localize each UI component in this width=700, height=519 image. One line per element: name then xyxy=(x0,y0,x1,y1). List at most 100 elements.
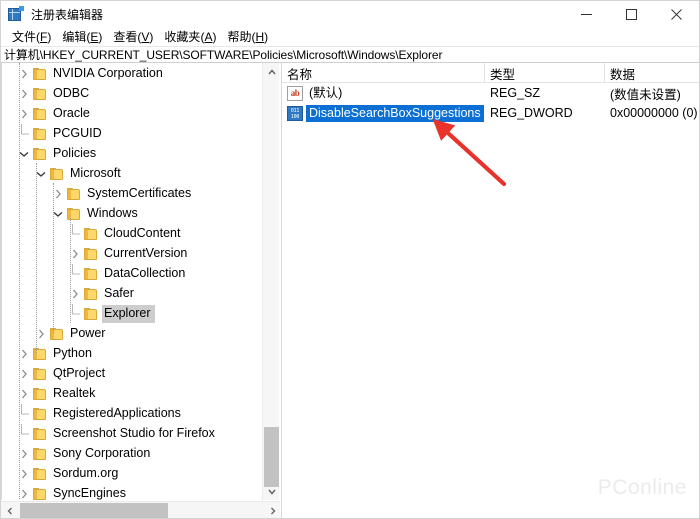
tree-node-label: Realtek xyxy=(53,386,96,400)
chevron-right-icon xyxy=(270,507,275,514)
value-name-cell[interactable]: ab (默认) xyxy=(282,83,485,103)
registry-key-folder-icon xyxy=(32,107,47,121)
menu-edit[interactable]: 编辑(E) xyxy=(57,27,108,46)
close-icon xyxy=(671,8,682,20)
menu-view[interactable]: 查看(V) xyxy=(108,27,159,46)
tree-node[interactable]: Safer xyxy=(2,284,263,304)
tree-node-label: Screenshot Studio for Firefox xyxy=(53,426,215,440)
tree-horizontal-scrollbar[interactable] xyxy=(1,501,280,518)
tree-node-label: Safer xyxy=(104,286,134,300)
tree-node[interactable]: Sordum.org xyxy=(2,464,263,484)
value-name-cell[interactable]: 011 100 DisableSearchBoxSuggestions xyxy=(282,103,485,123)
tree-node[interactable]: ODBC xyxy=(2,84,263,104)
scroll-left-button[interactable] xyxy=(1,502,18,518)
chevron-down-icon xyxy=(267,489,276,495)
maximize-icon xyxy=(626,8,637,20)
tree-node-label: Microsoft xyxy=(70,166,121,180)
tree-node[interactable]: Realtek xyxy=(2,384,263,404)
tree-scroll-thumb[interactable] xyxy=(264,427,279,487)
tree-node-label: CurrentVersion xyxy=(104,246,188,260)
menu-favorites-label: 收藏夹 xyxy=(164,30,201,44)
value-row[interactable]: ab (默认) REG_SZ (数值未设置) xyxy=(282,83,699,103)
registry-key-folder-icon xyxy=(32,467,47,481)
tree-node[interactable]: CurrentVersion xyxy=(2,244,263,264)
tree-node[interactable]: SystemCertificates xyxy=(2,184,263,204)
tree-node[interactable]: PCGUID xyxy=(2,124,263,144)
tree-node-label: Python xyxy=(53,346,92,360)
dword-value-icon: 011 100 xyxy=(287,105,303,121)
chevron-up-icon xyxy=(267,68,276,74)
value-row[interactable]: 011 100 DisableSearchBoxSuggestions REG_DWO… xyxy=(282,103,699,123)
hscroll-track[interactable] xyxy=(18,502,264,518)
value-data-cell: (数值未设置) xyxy=(610,87,681,102)
registry-key-folder-icon xyxy=(83,287,98,301)
registry-key-folder-icon xyxy=(83,247,98,261)
title-bar: 注册表编辑器 xyxy=(1,1,699,27)
minimize-button[interactable] xyxy=(564,1,609,27)
tree-guide-line xyxy=(36,163,37,353)
tree-node-label: SyncEngines xyxy=(53,486,126,500)
tree-node[interactable]: DataCollection xyxy=(2,264,263,284)
scroll-down-button[interactable] xyxy=(263,483,280,500)
menu-help-accel: H xyxy=(255,30,265,44)
tree-node[interactable]: Oracle xyxy=(2,104,263,124)
address-bar[interactable]: 计算机\HKEY_CURRENT_USER\SOFTWARE\Policies\… xyxy=(1,46,699,63)
registry-key-folder-icon xyxy=(32,67,47,81)
menu-edit-accel: E xyxy=(90,30,99,44)
menu-bar: 文件(F) 编辑(E) 查看(V) 收藏夹(A) 帮助(H) xyxy=(1,27,699,46)
column-header-name[interactable]: 名称 xyxy=(282,63,485,83)
main-panes: NVIDIA Corporation ODBC Oracle PCGUID Polici… xyxy=(1,63,699,518)
registry-key-folder-icon xyxy=(66,207,81,221)
tree-node[interactable]: Windows xyxy=(2,204,263,224)
tree-node[interactable]: Screenshot Studio for Firefox xyxy=(2,424,263,444)
menu-favorites[interactable]: 收藏夹(A) xyxy=(159,27,222,46)
tree-node[interactable]: Microsoft xyxy=(2,164,263,184)
registry-key-folder-icon xyxy=(32,407,47,421)
column-header-type[interactable]: 类型 xyxy=(485,63,605,83)
menu-file-accel: F xyxy=(40,30,48,44)
window-title: 注册表编辑器 xyxy=(31,7,104,22)
tree-node-label: Oracle xyxy=(53,106,90,120)
registry-key-folder-icon xyxy=(32,347,47,361)
tree-node-label: NVIDIA Corporation xyxy=(53,66,163,80)
column-header-data[interactable]: 数据 xyxy=(605,63,699,83)
registry-key-folder-icon xyxy=(83,307,98,321)
tree-node[interactable]: Python xyxy=(2,344,263,364)
tree-guide-line xyxy=(19,63,20,500)
tree-node[interactable]: Policies xyxy=(2,144,263,164)
tree-node[interactable]: Power xyxy=(2,324,263,344)
registry-tree-scroll-area[interactable]: NVIDIA Corporation ODBC Oracle PCGUID Polici… xyxy=(1,63,263,500)
tree-node[interactable]: CloudContent xyxy=(2,224,263,244)
registry-editor-icon xyxy=(8,6,24,22)
minimize-icon xyxy=(581,13,592,15)
tree-node-label: ODBC xyxy=(53,86,90,100)
registry-key-folder-icon xyxy=(32,387,47,401)
hscroll-thumb[interactable] xyxy=(20,503,168,518)
maximize-button[interactable] xyxy=(609,1,654,27)
tree-node[interactable]: RegisteredApplications xyxy=(2,404,263,424)
close-button[interactable] xyxy=(654,1,699,27)
menu-favorites-accel: A xyxy=(204,30,213,44)
scroll-right-button[interactable] xyxy=(264,502,280,518)
registry-key-folder-icon xyxy=(83,267,98,281)
value-name-label: (默认) xyxy=(309,85,343,100)
registry-key-folder-icon xyxy=(32,427,47,441)
tree-vertical-scrollbar[interactable] xyxy=(262,63,279,500)
menu-help[interactable]: 帮助(H) xyxy=(222,27,274,46)
tree-node[interactable]: SyncEngines xyxy=(2,484,263,500)
address-path-text: 计算机\HKEY_CURRENT_USER\SOFTWARE\Policies\… xyxy=(4,48,443,62)
scroll-up-button[interactable] xyxy=(263,63,280,80)
tree-node-label: Windows xyxy=(87,206,138,220)
tree-node-label: Explorer xyxy=(102,305,155,323)
tree-guide-line xyxy=(70,218,71,323)
tree-node[interactable]: NVIDIA Corporation xyxy=(2,64,263,84)
tree-node[interactable]: Explorer xyxy=(2,304,263,324)
window-controls xyxy=(564,1,699,27)
menu-file[interactable]: 文件(F) xyxy=(7,27,57,46)
value-type-cell: REG_SZ xyxy=(490,86,541,100)
tree-node-label: Sony Corporation xyxy=(53,446,151,460)
registry-key-folder-icon xyxy=(83,227,98,241)
tree-node[interactable]: Sony Corporation xyxy=(2,444,263,464)
tree-node[interactable]: QtProject xyxy=(2,364,263,384)
values-list: ab (默认) REG_SZ (数值未设置) 011 100 DisableSearchBo… xyxy=(282,83,699,123)
